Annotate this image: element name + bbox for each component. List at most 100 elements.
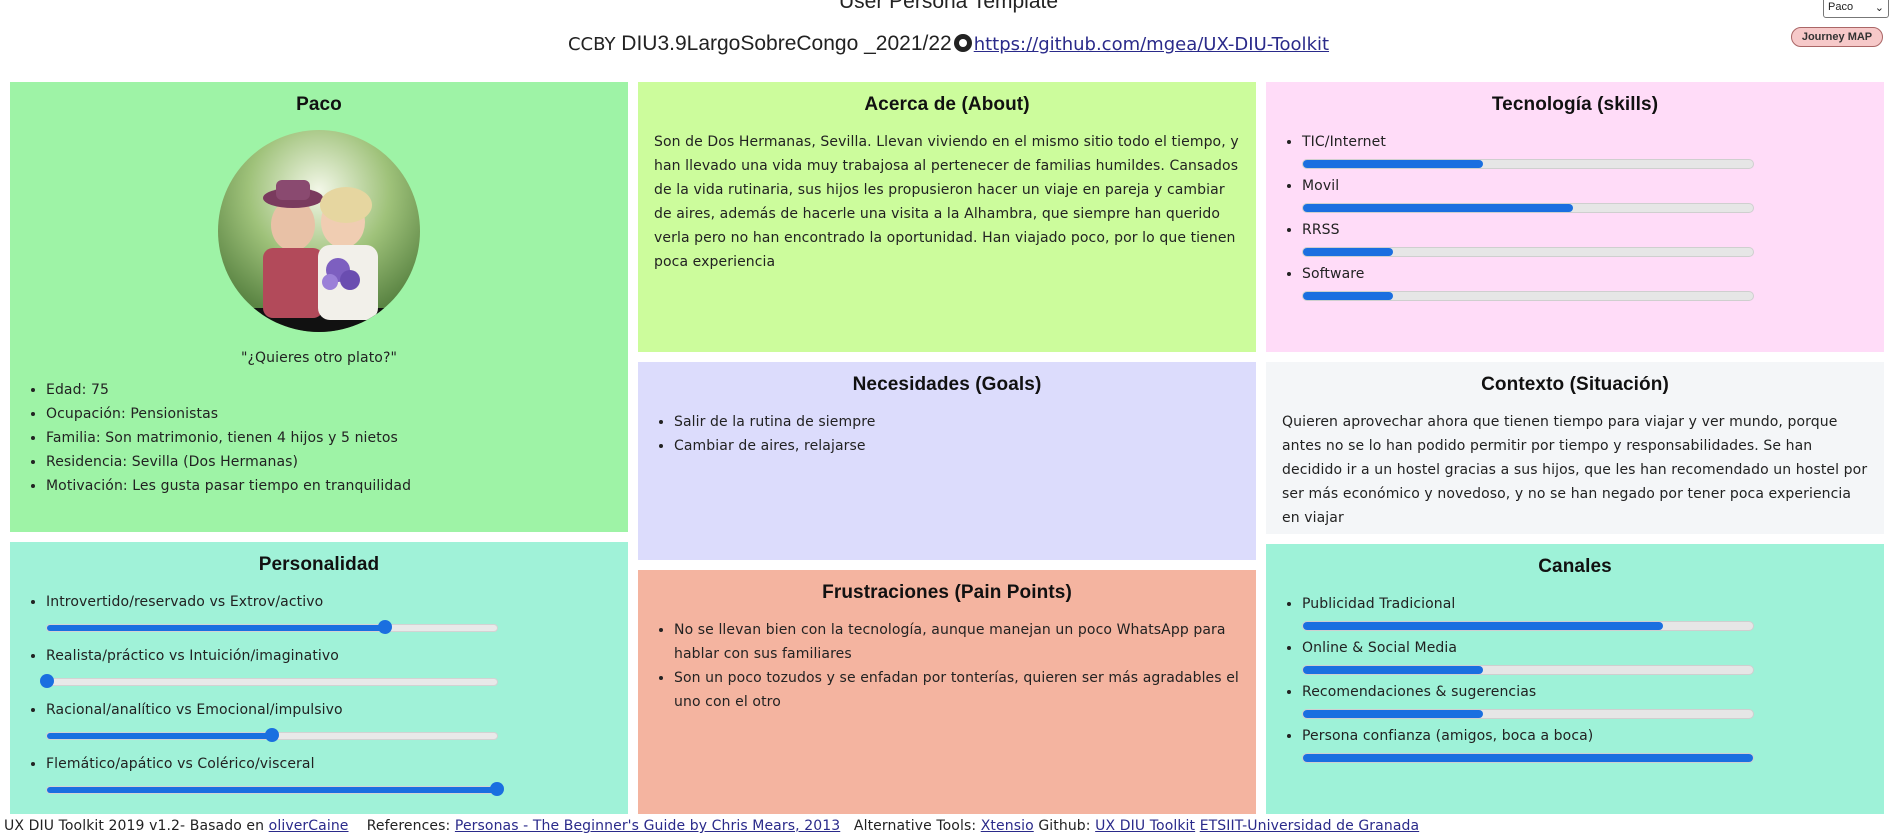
channel-label: Online & Social Media [1302,640,1458,656]
channel-label: Recomendaciones & sugerencias [1302,684,1537,700]
channels-card: Canales Publicidad Tradicional Online & … [1266,544,1884,814]
goals-title: Necesidades (Goals) [852,374,1042,395]
channel-item: Publicidad Tradicional [1302,592,1868,631]
trait-slider-fill [47,625,385,631]
skill-item: Movil [1302,174,1868,213]
trait-label: Flemático/apático vs Colérico/visceral [46,756,315,772]
detail-occupation: Ocupación: Pensionistas [46,402,612,426]
context-title: Contexto (Situación) [1481,374,1669,395]
trait-label: Introvertido/reservado vs Extrov/activo [46,594,324,610]
page-title: User Persona Template [838,0,1059,13]
persona-name: Paco [296,94,342,115]
skill-bar-fill [1303,160,1483,168]
channel-item: Online & Social Media [1302,636,1868,675]
persona-details: Edad: 75 Ocupación: Pensionistas Familia… [26,378,612,498]
context-card: Contexto (Situación) Quieren aprovechar … [1266,362,1884,534]
personality-list: Introvertido/reservado vs Extrov/activo … [26,590,612,796]
skills-title: Tecnología (skills) [1491,94,1659,115]
channel-item: Recomendaciones & sugerencias [1302,680,1868,719]
personality-card: Personalidad Introvertido/reservado vs E… [10,542,628,814]
skill-bar [1302,159,1754,169]
skill-bar-fill [1303,292,1393,300]
repo-link[interactable]: https://github.com/mgea/UX-DIU-Toolkit [974,34,1329,55]
trait-slider[interactable] [46,728,498,742]
skill-label: Software [1302,266,1365,282]
pain-point-item: No se llevan bien con la tecnología, aun… [674,618,1240,666]
skill-bar [1302,291,1754,301]
github-icon [953,34,972,52]
trait-item: Introvertido/reservado vs Extrov/activo [46,590,612,634]
persona-select-value: Paco [1828,1,1854,13]
channel-bar [1302,709,1754,719]
journey-map-button[interactable]: Journey MAP [1791,27,1883,47]
skill-label: Movil [1302,178,1340,194]
trait-item: Flemático/apático vs Colérico/visceral [46,752,612,796]
persona-quote: "¿Quieres otro plato?" [240,350,398,366]
persona-select[interactable]: Paco ⌄ [1823,0,1889,18]
pain-points-card: Frustraciones (Pain Points) No se llevan… [638,570,1256,814]
skill-label: RRSS [1302,222,1340,238]
channel-bar-fill [1303,622,1663,630]
skill-bar-fill [1303,248,1393,256]
footer-toolkit-link[interactable]: UX DIU Toolkit [1095,818,1195,834]
trait-item: Racional/analítico vs Emocional/impulsiv… [46,698,612,742]
channel-label: Publicidad Tradicional [1302,596,1456,612]
footer-references: References: [366,818,451,834]
trait-slider[interactable] [46,782,504,796]
trait-slider-fill [47,787,497,793]
about-title: Acerca de (About) [864,94,1030,115]
detail-age: Edad: 75 [46,378,612,402]
channel-label: Persona confianza (amigos, boca a boca) [1302,728,1594,744]
channels-title: Canales [1538,556,1612,577]
skill-bar [1302,247,1754,257]
trait-slider[interactable] [40,674,498,688]
pain-points-list: No se llevan bien con la tecnología, aun… [654,618,1240,714]
trait-slider-fill [47,733,272,739]
trait-label: Realista/práctico vs Intuición/imaginati… [46,648,339,664]
footer-olivercaine-link[interactable]: oliverCaine [269,818,349,834]
detail-residence: Residencia: Sevilla (Dos Hermanas) [46,450,612,474]
channel-bar [1302,621,1754,631]
chevron-down-icon: ⌄ [1874,1,1884,14]
goal-item: Salir de la rutina de siempre [674,410,1240,434]
channel-bar [1302,753,1754,763]
persona-photo [218,130,420,332]
footer-xtensio-link[interactable]: Xtensio [981,818,1034,834]
footer-university-link[interactable]: ETSIIT-Universidad de Granada [1200,818,1419,834]
skill-item: RRSS [1302,218,1868,257]
project-header: CCBY DIU3.9LargoSobreCongo _2021/22 https… [0,32,1897,56]
license-label: CCBY [567,34,616,55]
channels-list: Publicidad Tradicional Online & Social M… [1282,592,1868,763]
persona-card: Paco "¿Quieres otro plato?" • Edad: 75 •… [10,82,628,532]
channel-bar-fill [1303,710,1483,718]
footer-references-link[interactable]: Personas - The Beginner's Guide by Chris… [455,818,840,834]
trait-slider-knob[interactable] [377,620,392,634]
personality-title: Personalidad [258,554,380,575]
skill-item: TIC/Internet [1302,130,1868,169]
about-card: Acerca de (About) Son de Dos Hermanas, S… [638,82,1256,352]
footer-toolkit: UX DIU Toolkit 2019 v1.2- Basado en [4,818,265,834]
trait-label: Racional/analítico vs Emocional/impulsiv… [46,702,343,718]
pain-point-item: Son un poco tozudos y se enfadan por ton… [674,666,1240,714]
footer-alt-tools: Alternative Tools: [853,818,977,834]
channel-item: Persona confianza (amigos, boca a boca) [1302,724,1868,763]
footer: UX DIU Toolkit 2019 v1.2- Basado en oliv… [4,818,1419,834]
channel-bar [1302,665,1754,675]
trait-slider-knob[interactable] [490,782,504,796]
trait-item: Realista/práctico vs Intuición/imaginati… [40,644,612,688]
goals-list: Salir de la rutina de siempre Cambiar de… [654,410,1240,458]
skills-card: Tecnología (skills) TIC/Internet Movil R… [1266,82,1884,352]
trait-slider-knob[interactable] [265,728,279,742]
about-text: Son de Dos Hermanas, Sevilla. Llevan viv… [654,134,1239,270]
skills-list: TIC/Internet Movil RRSS Software [1282,130,1868,301]
channel-bar-fill [1303,754,1753,762]
trait-slider[interactable] [46,620,498,634]
detail-family: Familia: Son matrimonio, tienen 4 hijos … [46,426,612,450]
pain-points-title: Frustraciones (Pain Points) [822,582,1072,603]
channel-bar-fill [1303,666,1483,674]
detail-motivation: Motivación: Les gusta pasar tiempo en tr… [46,474,612,498]
footer-github: Github: [1038,818,1091,834]
skill-label: TIC/Internet [1302,134,1386,150]
project-name: DIU3.9LargoSobreCongo _2021/22 [621,32,952,55]
trait-slider-knob[interactable] [40,674,54,688]
